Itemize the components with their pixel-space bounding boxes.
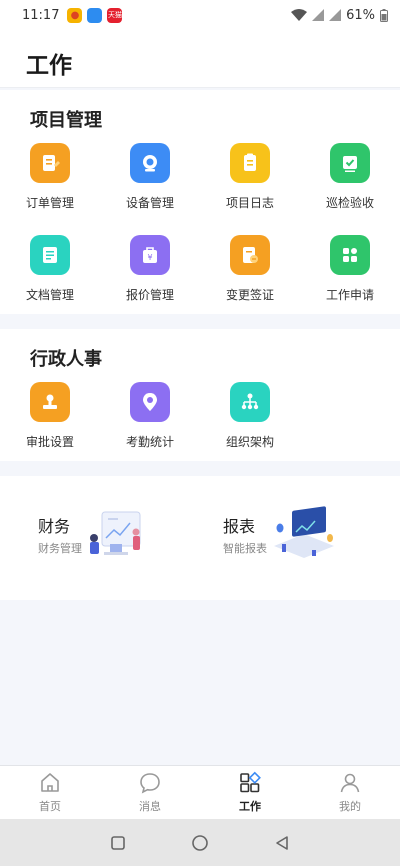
- project-section: 项目管理 订单管理 设备管理 项目日志 巡检验收 文档管理 ¥ 报价管理 变更签…: [0, 90, 400, 314]
- home-icon: [41, 773, 59, 792]
- grid-icon: [240, 771, 261, 793]
- back-button[interactable]: [273, 834, 291, 852]
- recents-button[interactable]: [109, 834, 127, 852]
- weibo-app-icon: ●: [67, 7, 83, 23]
- grid-label: 订单管理: [25, 196, 74, 210]
- log-icon: [244, 153, 256, 171]
- admin-section-title: 行政人事: [30, 349, 102, 370]
- grid-item-change-visa[interactable]: 变更签证: [200, 235, 300, 303]
- tab-messages-label: 消息: [139, 800, 161, 813]
- grid-item-work-apply[interactable]: 工作申请: [300, 235, 400, 303]
- grid-label: 项目日志: [225, 196, 274, 210]
- grid-item-quote[interactable]: ¥ 报价管理: [100, 235, 200, 303]
- page-title: 工作: [26, 53, 72, 79]
- tab-messages[interactable]: 消息: [100, 766, 200, 819]
- status-time: 11:17: [22, 7, 60, 23]
- message-icon: [140, 773, 160, 794]
- grid-item-order[interactable]: 订单管理: [0, 143, 100, 211]
- signal-icon: [312, 9, 325, 21]
- change-icon: [243, 247, 258, 263]
- org-icon: [241, 393, 259, 410]
- bottom-tab-bar: 首页 消息 工作 我的: [0, 765, 400, 819]
- svg-text:¥: ¥: [147, 253, 152, 262]
- project-section-title: 项目管理: [30, 110, 102, 131]
- finance-card-subtitle: 财务管理: [38, 542, 82, 555]
- tab-profile[interactable]: 我的: [300, 766, 400, 819]
- admin-section: 行政人事 审批设置 考勤统计 组织架构: [0, 329, 400, 461]
- finance-card[interactable]: 财务 财务管理: [0, 476, 200, 600]
- finance-card-title: 财务: [38, 517, 71, 536]
- report-card-title: 报表: [223, 517, 256, 536]
- quote-icon: ¥: [143, 247, 157, 263]
- order-icon: [43, 155, 60, 171]
- tab-profile-label: 我的: [339, 800, 361, 813]
- grid-item-inspection[interactable]: 巡检验收: [300, 143, 400, 211]
- tab-work[interactable]: 工作: [200, 766, 300, 819]
- report-card[interactable]: 报表 智能报表: [200, 476, 400, 600]
- feature-cards: 财务 财务管理 报表 智能报表: [0, 476, 400, 600]
- tab-home[interactable]: 首页: [0, 766, 100, 819]
- grid-label: 工作申请: [325, 288, 374, 302]
- grid-item-equipment[interactable]: 设备管理: [100, 143, 200, 211]
- grid-label: 变更签证: [225, 288, 274, 302]
- battery-percent: 61%: [346, 7, 375, 23]
- apply-icon: [343, 248, 357, 262]
- grid-label: 审批设置: [25, 435, 74, 449]
- grid-label: 组织架构: [225, 435, 274, 449]
- page-header: 工作: [0, 30, 400, 88]
- profile-icon: [340, 773, 360, 793]
- notification-app-icon: [87, 7, 103, 23]
- tmall-app-icon: 天猫: [107, 7, 123, 23]
- grid-item-attendance[interactable]: 考勤统计: [100, 382, 200, 450]
- tab-work-label: 工作: [239, 800, 261, 813]
- home-button[interactable]: [191, 834, 209, 852]
- grid-label: 巡检验收: [325, 196, 374, 210]
- system-nav-bar: [0, 819, 400, 866]
- grid-label: 文档管理: [25, 288, 74, 302]
- report-card-subtitle: 智能报表: [223, 542, 267, 555]
- report-illustration: [274, 506, 334, 558]
- tab-home-label: 首页: [39, 800, 61, 813]
- status-bar: 11:17 ● 天猫 61%: [0, 0, 400, 30]
- grid-label: 报价管理: [125, 288, 174, 302]
- wifi-icon: [291, 9, 308, 21]
- inspection-icon: [343, 156, 357, 172]
- location-icon: [143, 393, 157, 411]
- grid-label: 设备管理: [125, 196, 174, 210]
- battery-icon: [380, 8, 388, 22]
- document-icon: [43, 247, 57, 263]
- finance-illustration: [90, 511, 141, 555]
- camera-icon: [143, 155, 157, 172]
- stamp-icon: [43, 394, 57, 409]
- grid-label: 考勤统计: [125, 435, 174, 449]
- grid-item-project-log[interactable]: 项目日志: [200, 143, 300, 211]
- grid-item-documents[interactable]: 文档管理: [0, 235, 100, 303]
- signal-2-icon: [329, 9, 342, 21]
- grid-item-organization[interactable]: 组织架构: [200, 382, 300, 450]
- grid-item-approval[interactable]: 审批设置: [0, 382, 100, 450]
